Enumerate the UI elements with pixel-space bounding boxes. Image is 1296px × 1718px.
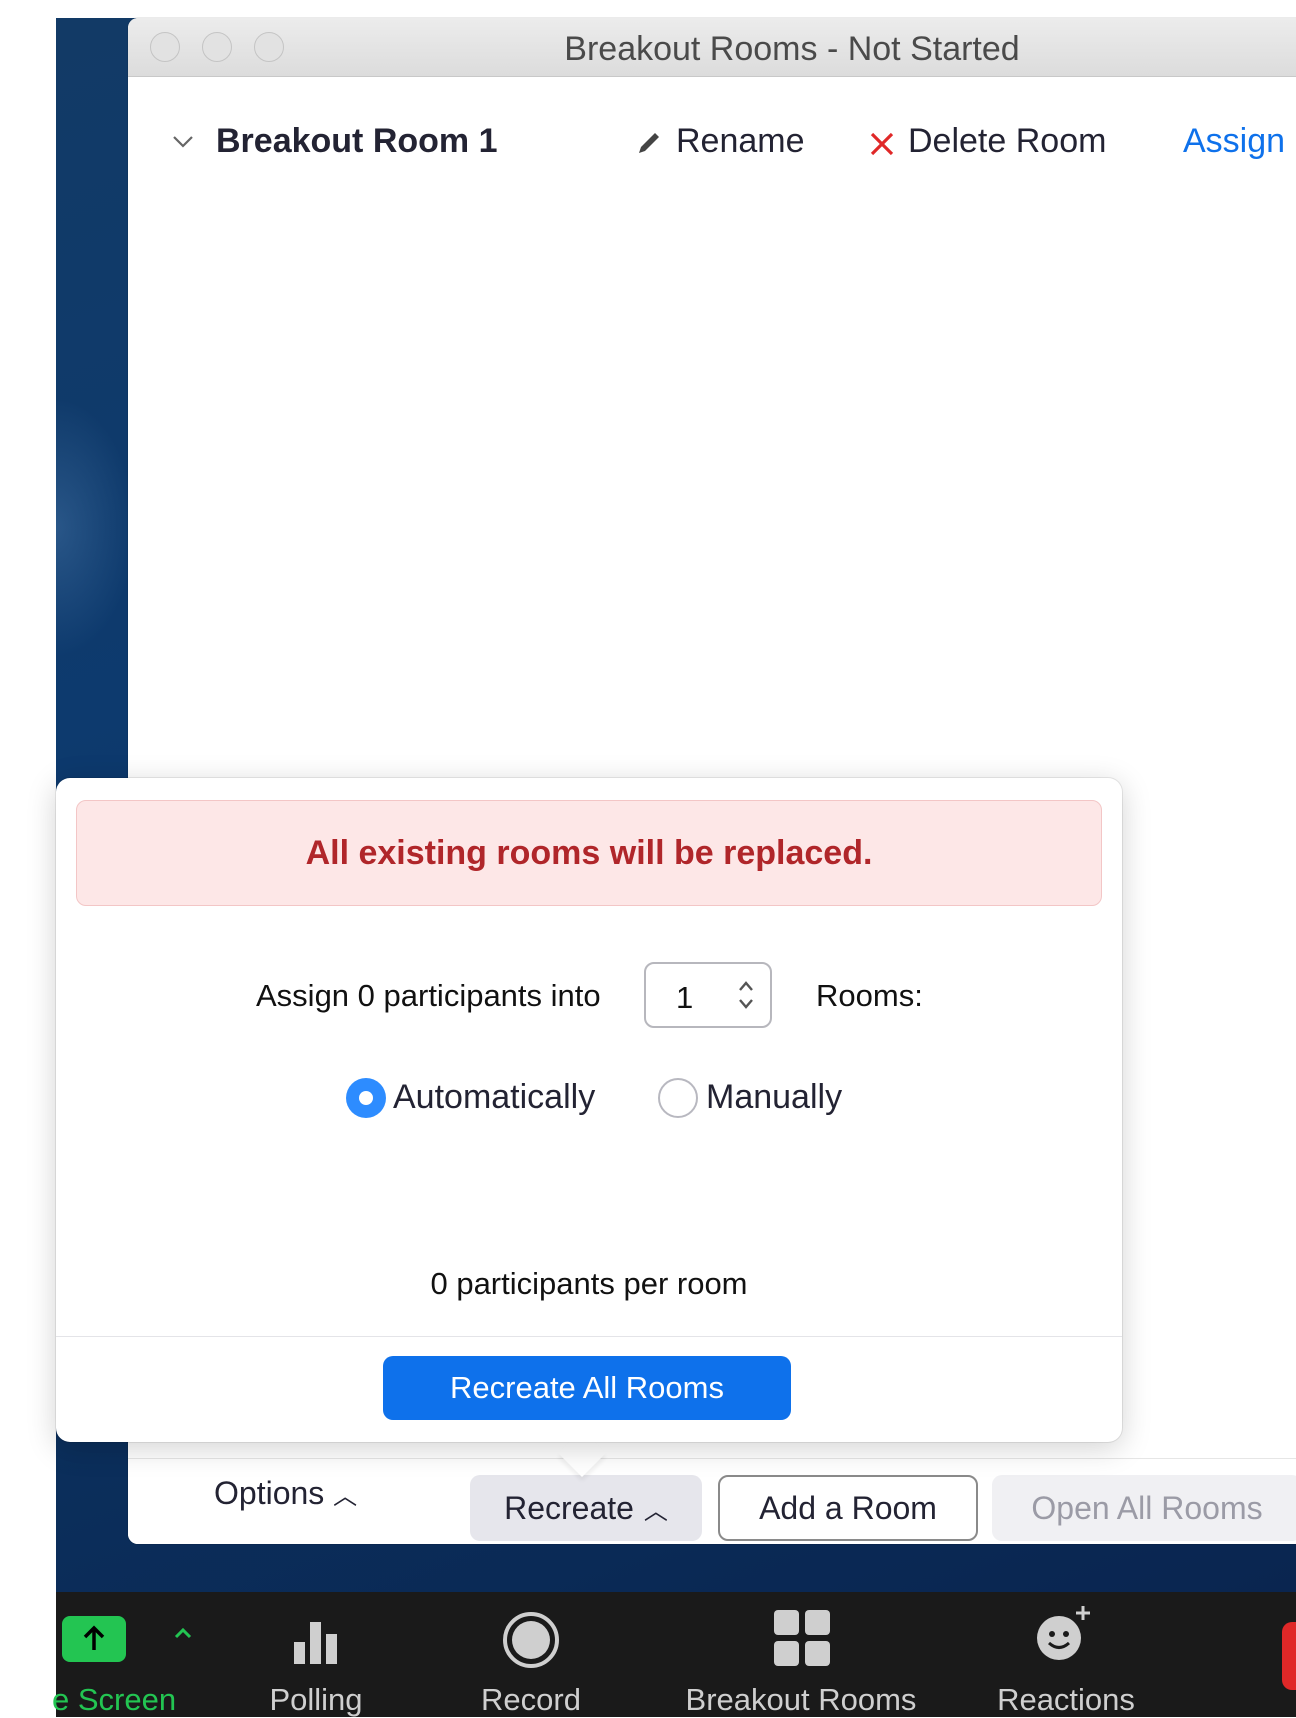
rename-button[interactable]: Rename — [676, 122, 805, 161]
rooms-label: Rooms: — [816, 978, 923, 1013]
breakout-rooms-toolbar-button[interactable]: Breakout Rooms — [676, 1592, 926, 1717]
radio-manually[interactable] — [658, 1078, 698, 1118]
recreate-label: Recreate — [504, 1489, 634, 1526]
options-label: Options — [214, 1475, 325, 1511]
grid-icon — [774, 1610, 830, 1666]
manually-label[interactable]: Manually — [706, 1078, 842, 1117]
share-screen-label: e Screen — [52, 1682, 177, 1717]
chevron-up-icon: ︿ — [643, 1497, 668, 1525]
reactions-button[interactable]: Reactions — [981, 1592, 1151, 1717]
room-count-value[interactable]: 1 — [676, 980, 693, 1016]
assign-participants-label: Assign 0 participants into — [256, 978, 601, 1013]
recreate-button[interactable]: Recreate ︿ — [470, 1475, 702, 1541]
automatically-label[interactable]: Automatically — [393, 1078, 595, 1117]
record-icon — [503, 1612, 559, 1668]
emoji-icon — [1037, 1606, 1090, 1660]
chevron-down-icon[interactable] — [170, 128, 196, 154]
close-icon[interactable] — [868, 130, 896, 158]
reactions-label: Reactions — [997, 1682, 1135, 1717]
meeting-toolbar: e Screen Polling Record Breakout Rooms R… — [52, 1592, 1296, 1717]
add-room-button[interactable]: Add a Room — [718, 1475, 978, 1541]
recreate-all-rooms-button[interactable]: Recreate All Rooms — [383, 1356, 791, 1420]
record-button[interactable]: Record — [456, 1592, 606, 1717]
chevron-up-icon: ︿ — [333, 1483, 358, 1510]
pencil-icon[interactable] — [634, 128, 664, 158]
radio-automatically[interactable] — [346, 1078, 386, 1118]
polling-label: Polling — [269, 1682, 363, 1717]
bottom-action-bar: Options ︿ Recreate ︿ Add a Room Open All… — [128, 1458, 1296, 1544]
assign-button[interactable]: Assign — [1183, 122, 1285, 161]
warning-banner: All existing rooms will be replaced. — [76, 800, 1102, 906]
polling-button[interactable]: Polling — [246, 1592, 386, 1717]
stepper-arrows-icon[interactable] — [734, 974, 758, 1016]
participants-per-room: 0 participants per room — [430, 1266, 748, 1301]
share-screen-icon[interactable] — [62, 1616, 126, 1662]
title-bar: Breakout Rooms - Not Started — [128, 18, 1296, 77]
window-title: Breakout Rooms - Not Started — [564, 30, 1020, 68]
recreate-popup: All existing rooms will be replaced. Ass… — [56, 778, 1122, 1442]
options-button[interactable]: Options ︿ — [214, 1475, 357, 1512]
room-name: Breakout Room 1 — [216, 122, 498, 160]
delete-room-button[interactable]: Delete Room — [908, 122, 1106, 161]
chevron-up-icon[interactable] — [172, 1622, 194, 1644]
end-meeting-button[interactable] — [1282, 1622, 1296, 1690]
bar-chart-icon — [294, 1622, 337, 1664]
room-count-stepper[interactable]: 1 — [644, 962, 772, 1028]
share-screen-button[interactable]: e Screen — [52, 1592, 246, 1717]
record-label: Record — [481, 1682, 581, 1717]
divider — [56, 1336, 1122, 1337]
breakout-room-row[interactable]: Breakout Room 1 Rename Delete Room Assig… — [128, 118, 1296, 174]
breakout-rooms-label: Breakout Rooms — [685, 1682, 917, 1717]
open-all-rooms-button[interactable]: Open All Rooms — [992, 1475, 1296, 1541]
